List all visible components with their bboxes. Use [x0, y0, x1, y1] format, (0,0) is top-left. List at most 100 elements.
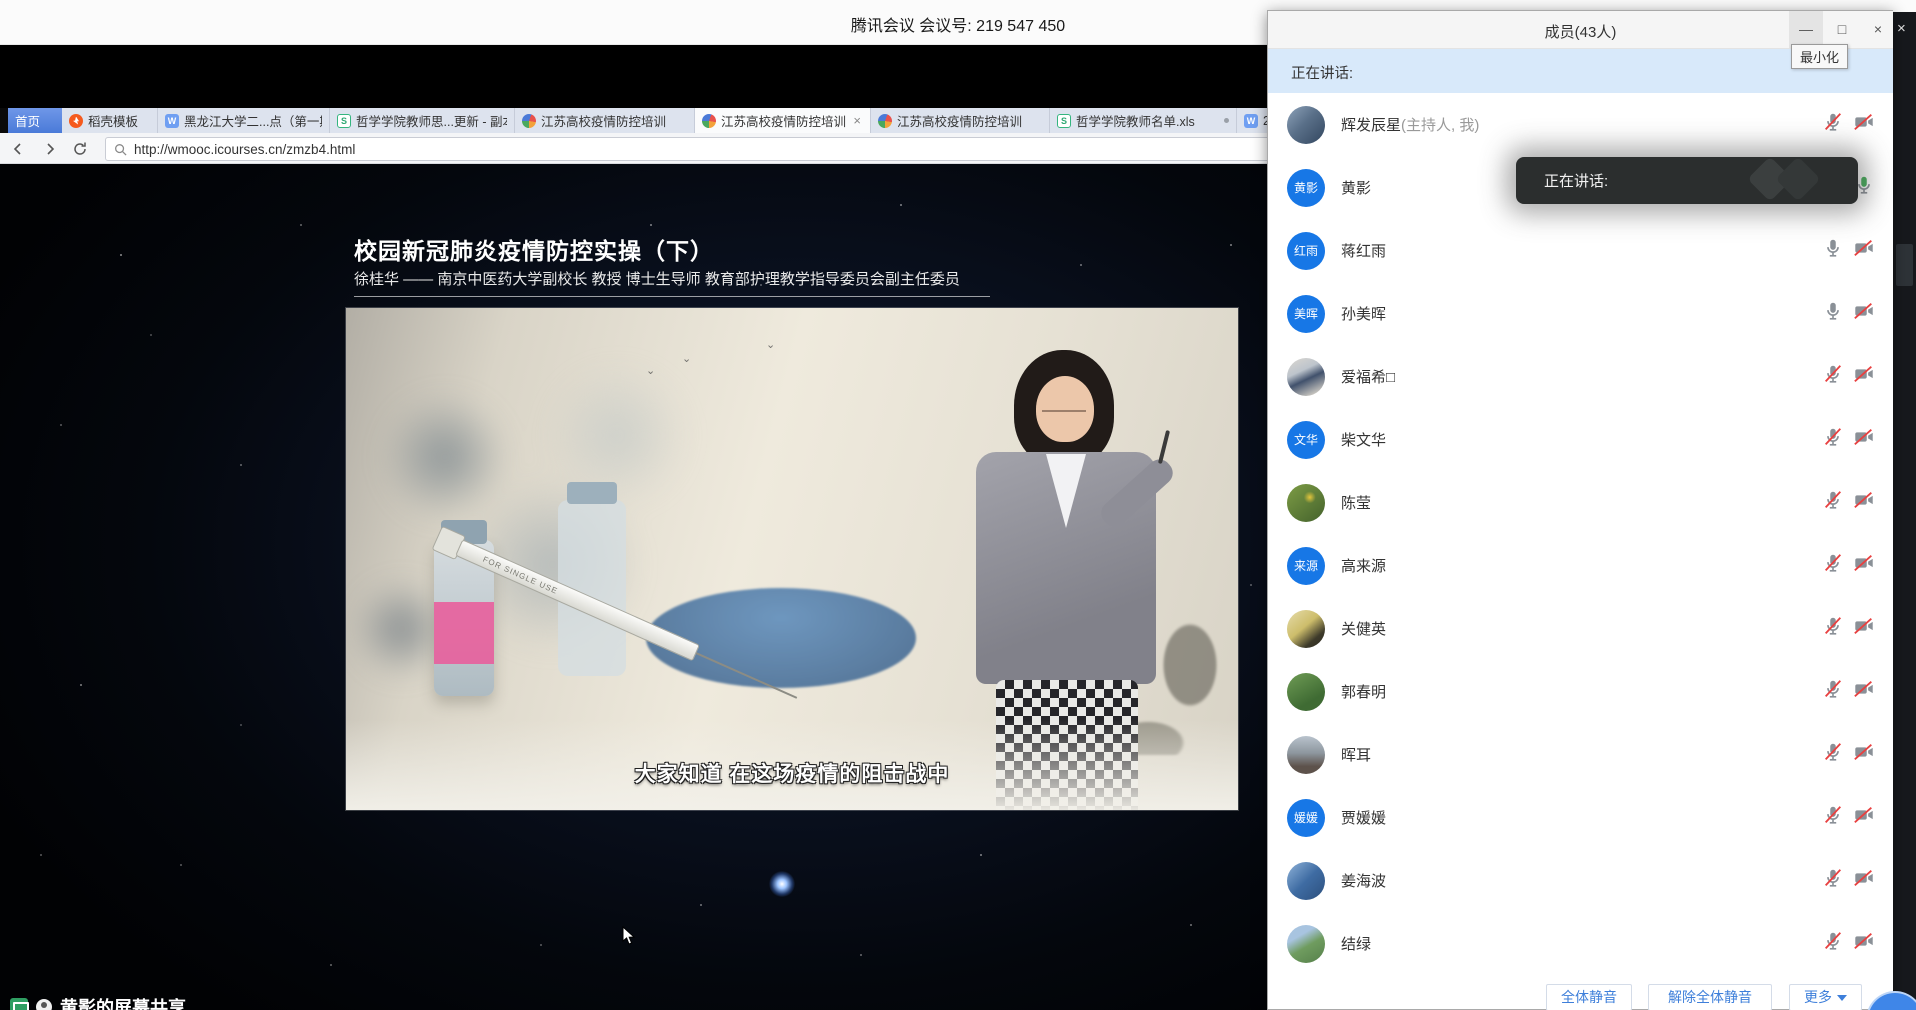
- mic-icon[interactable]: [1822, 867, 1844, 894]
- camera-icon[interactable]: [1853, 930, 1875, 957]
- toast-logo-mark: [1775, 157, 1820, 202]
- tab-close-icon[interactable]: ×: [851, 113, 863, 128]
- avatar: [1287, 862, 1325, 900]
- course-favicon-icon: [520, 112, 538, 130]
- presenter-avatar-icon: [36, 999, 52, 1010]
- member-name: 黄影: [1341, 180, 1371, 197]
- back-icon[interactable]: [6, 137, 30, 161]
- camera-icon[interactable]: [1853, 426, 1875, 453]
- member-row[interactable]: 辉发辰星(主持人, 我): [1268, 93, 1893, 156]
- member-row[interactable]: 来源 高来源: [1268, 534, 1893, 597]
- avatar: 红雨: [1287, 232, 1325, 270]
- speaking-toast: 正在讲话:: [1516, 157, 1858, 204]
- video-player[interactable]: FOR SINGLE USE ⌄ ⌄ ⌄ 大家知道 在这场疫情的阻击战中: [346, 308, 1238, 810]
- camera-icon[interactable]: [1853, 300, 1875, 327]
- camera-icon[interactable]: [1853, 615, 1875, 642]
- browser-tab[interactable]: 江苏高校疫情防控培训: [871, 108, 1050, 133]
- bird-icon: ⌄: [646, 364, 655, 377]
- avatar: [1287, 925, 1325, 963]
- camera-icon[interactable]: [1853, 867, 1875, 894]
- avatar: 来源: [1287, 547, 1325, 585]
- member-row[interactable]: 陈莹: [1268, 471, 1893, 534]
- tab-label: 江苏高校疫情防控培训: [897, 111, 1042, 130]
- member-row[interactable]: 文华 柴文华: [1268, 408, 1893, 471]
- member-role-suffix: (主持人, 我): [1401, 117, 1479, 134]
- member-name: 结绿: [1341, 936, 1371, 953]
- starfield: [0, 164, 2, 166]
- browser-tab[interactable]: 首页: [8, 108, 62, 133]
- refresh-icon[interactable]: [68, 137, 92, 161]
- course-favicon-icon: [876, 112, 894, 130]
- camera-icon[interactable]: [1853, 489, 1875, 516]
- chevron-down-icon: [1837, 995, 1847, 1001]
- bird-icon: ⌄: [682, 352, 691, 365]
- window-close-icon[interactable]: ×: [1897, 20, 1906, 37]
- camera-icon[interactable]: [1853, 111, 1875, 138]
- member-name: 贾媛媛: [1341, 810, 1386, 827]
- unmute-all-button[interactable]: 解除全体静音: [1648, 984, 1772, 1010]
- mic-icon[interactable]: [1822, 615, 1844, 642]
- avatar: [1287, 106, 1325, 144]
- more-button[interactable]: 更多: [1789, 984, 1862, 1010]
- tab-label: 黑龙江大学二...点（第一期）: [184, 111, 322, 130]
- mic-icon[interactable]: [1822, 741, 1844, 768]
- member-name: 陈莹: [1341, 495, 1371, 512]
- mic-icon[interactable]: [1822, 930, 1844, 957]
- member-row[interactable]: 媛媛 贾媛媛: [1268, 786, 1893, 849]
- mic-icon[interactable]: [1822, 300, 1844, 327]
- member-row[interactable]: 郭春明: [1268, 660, 1893, 723]
- avatar: 媛媛: [1287, 799, 1325, 837]
- mic-icon[interactable]: [1822, 678, 1844, 705]
- camera-icon[interactable]: [1853, 363, 1875, 390]
- mic-icon[interactable]: [1822, 552, 1844, 579]
- avatar: [1287, 736, 1325, 774]
- mute-all-button[interactable]: 全体静音: [1546, 984, 1632, 1010]
- forward-icon[interactable]: [38, 137, 62, 161]
- browser-tab[interactable]: S哲学学院教师名单.xls: [1050, 108, 1237, 133]
- browser-tab[interactable]: W 黑龙江大学二...点（第一期）: [158, 108, 330, 133]
- wps-w-favicon-icon: W: [165, 114, 179, 128]
- camera-icon[interactable]: [1853, 741, 1875, 768]
- avatar: [1287, 610, 1325, 648]
- camera-icon[interactable]: [1853, 804, 1875, 831]
- member-row[interactable]: 姜海波: [1268, 849, 1893, 912]
- mic-icon[interactable]: [1822, 489, 1844, 516]
- browser-tab[interactable]: 江苏高校疫情防控培训: [515, 108, 695, 133]
- avatar: 文华: [1287, 421, 1325, 459]
- camera-icon[interactable]: [1853, 678, 1875, 705]
- camera-icon[interactable]: [1853, 237, 1875, 264]
- tab-label: 哲学学院教师思...更新 - 副本: [356, 111, 507, 130]
- mic-icon[interactable]: [1822, 804, 1844, 831]
- minimize-tooltip: 最小化: [1791, 44, 1848, 69]
- mic-icon[interactable]: [1822, 111, 1844, 138]
- browser-tab[interactable]: 稻壳模板: [62, 108, 158, 133]
- camera-icon[interactable]: [1853, 552, 1875, 579]
- divider: [354, 296, 990, 297]
- avatar: [1287, 358, 1325, 396]
- mic-icon[interactable]: [1822, 237, 1844, 264]
- member-row[interactable]: 关健英: [1268, 597, 1893, 660]
- member-row[interactable]: 爱福希□: [1268, 345, 1893, 408]
- member-row[interactable]: 晖耳: [1268, 723, 1893, 786]
- member-name: 晖耳: [1341, 747, 1371, 764]
- member-name: 郭春明: [1341, 684, 1386, 701]
- video-title: 校园新冠肺炎疫情防控实操（下）: [354, 232, 714, 266]
- mic-icon[interactable]: [1822, 426, 1844, 453]
- docer-favicon-icon: [69, 114, 83, 128]
- browser-tab[interactable]: 江苏高校疫情防控培训×: [695, 108, 871, 133]
- member-row[interactable]: 美晖 孙美晖: [1268, 282, 1893, 345]
- avatar: 美晖: [1287, 295, 1325, 333]
- members-panel-footer: 全体静音 解除全体静音 更多: [1268, 971, 1893, 1009]
- member-row[interactable]: 红雨 蒋红雨: [1268, 219, 1893, 282]
- browser-window-edge: ×: [1893, 12, 1916, 1010]
- member-name: 柴文华: [1341, 432, 1386, 449]
- browser-tab[interactable]: S哲学学院教师思...更新 - 副本: [330, 108, 515, 133]
- course-favicon-icon: [700, 112, 718, 130]
- panel-close-button[interactable]: ×: [1861, 11, 1895, 49]
- member-row[interactable]: 结绿: [1268, 912, 1893, 975]
- avatar: [1287, 484, 1325, 522]
- scrollbar-thumb[interactable]: [1896, 244, 1913, 286]
- mic-icon[interactable]: [1822, 363, 1844, 390]
- member-name: 爱福希□: [1341, 369, 1395, 386]
- avatar: 黄影: [1287, 169, 1325, 207]
